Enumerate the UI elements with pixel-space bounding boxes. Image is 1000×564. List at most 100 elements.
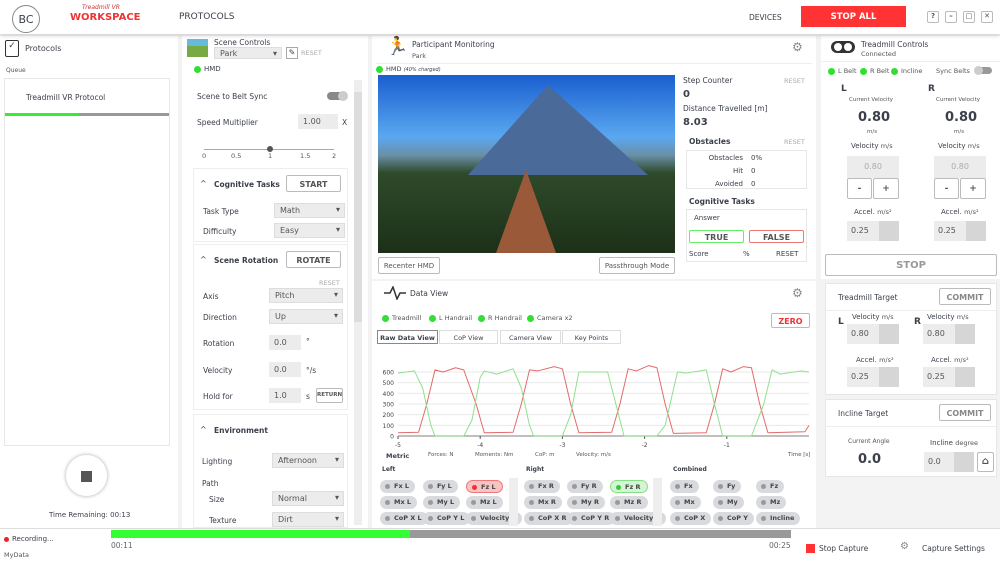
metric-pill[interactable]: CoP X R <box>524 512 573 525</box>
metric-pill[interactable]: Fy R <box>567 480 603 493</box>
velocity-minus-button[interactable]: - <box>847 178 872 199</box>
maximize-button[interactable]: □ <box>963 11 975 23</box>
velocity-plus-button[interactable]: + <box>873 178 899 199</box>
collapse-icon[interactable]: ^ <box>200 425 207 434</box>
incline-commit-button[interactable]: COMMIT <box>939 404 991 421</box>
score-reset-button[interactable]: RESET <box>776 250 798 258</box>
close-button[interactable]: ✕ <box>981 11 993 23</box>
tab-camera-view[interactable]: Camera View <box>500 330 561 344</box>
stop-all-button[interactable]: STOP ALL <box>801 6 906 27</box>
metric-pill[interactable]: Mz <box>756 496 786 509</box>
help-button[interactable]: ? <box>927 11 939 23</box>
metric-pill[interactable]: CoP Y R <box>567 512 615 525</box>
metric-pill[interactable]: Fz <box>756 480 784 493</box>
nav-devices[interactable]: DEVICES <box>749 13 782 22</box>
metric-pill[interactable]: Mx <box>670 496 701 509</box>
task-type-select[interactable]: Math <box>274 203 345 218</box>
metric-pill[interactable]: Mx L <box>380 496 417 509</box>
metric-pill[interactable]: Fz L <box>466 480 503 493</box>
metric-pill[interactable]: Fx R <box>524 480 560 493</box>
passthrough-mode-button[interactable]: Passthrough Mode <box>599 257 675 274</box>
metric-pill[interactable]: CoP Y <box>713 512 754 525</box>
right-pills-scrollbar[interactable] <box>653 478 662 526</box>
accel-input[interactable]: 0.25 <box>847 221 899 241</box>
metric-pill[interactable]: Mx R <box>524 496 562 509</box>
scene-thumbnail <box>187 39 208 57</box>
metric-pill[interactable]: Fx L <box>380 480 415 493</box>
scene-reset-button[interactable]: RESET <box>301 49 322 57</box>
velocity-minus-button[interactable]: - <box>934 178 959 199</box>
metric-pill[interactable]: Fy L <box>423 480 458 493</box>
hold-input[interactable]: 1.0 <box>269 388 301 403</box>
group-combined: Combined <box>673 466 707 473</box>
data-view-settings-icon[interactable]: ⚙ <box>792 286 803 300</box>
tab-cop-view[interactable]: CoP View <box>439 330 498 344</box>
recenter-hmd-button[interactable]: Recenter HMD <box>378 257 440 274</box>
sync-belts-toggle[interactable] <box>975 67 992 74</box>
edit-icon[interactable]: ✎ <box>286 47 298 59</box>
stop-button[interactable]: STOP <box>825 254 997 276</box>
metric-pill[interactable]: Fx <box>670 480 699 493</box>
true-button[interactable]: TRUE <box>689 230 744 243</box>
metric-pill[interactable]: Mz L <box>466 496 503 509</box>
velocity-input[interactable]: 0.80 <box>847 156 899 178</box>
target-l-velocity-input[interactable]: 0.80 <box>847 324 899 344</box>
difficulty-select[interactable]: Easy <box>274 223 345 238</box>
collapse-icon[interactable]: ^ <box>200 255 207 264</box>
step-reset-button[interactable]: RESET <box>784 77 805 85</box>
metric-pill[interactable]: CoP X <box>670 512 711 525</box>
left-pills-scrollbar[interactable] <box>509 478 518 526</box>
axis-select[interactable]: Pitch <box>269 288 343 303</box>
settings-gear-icon[interactable]: ⚙ <box>792 40 803 54</box>
scene-select[interactable]: Park <box>214 47 282 59</box>
sync-toggle[interactable] <box>327 92 347 100</box>
minimize-button[interactable]: – <box>945 11 957 23</box>
metric-pill[interactable]: My <box>713 496 744 509</box>
tab-raw-data-view[interactable]: Raw Data View <box>377 330 438 344</box>
metric-pill[interactable]: Fy <box>713 480 741 493</box>
vr-scene-view[interactable] <box>378 75 675 253</box>
target-commit-button[interactable]: COMMIT <box>939 288 991 305</box>
metric-pill[interactable]: My L <box>423 496 460 509</box>
rotate-button[interactable]: ROTATE <box>286 251 341 268</box>
brand-logo[interactable]: WORKSPACE <box>70 12 141 23</box>
incline-degree-input[interactable]: 0.0 <box>924 452 974 472</box>
home-icon[interactable]: ⌂ <box>977 452 994 472</box>
speed-slider[interactable] <box>204 149 334 150</box>
target-r-accel-input[interactable]: 0.25 <box>923 367 975 387</box>
protocol-item[interactable]: Treadmill VR Protocol <box>5 79 169 119</box>
rotation-velocity-input[interactable]: 0.0 <box>269 362 301 377</box>
target-r-velocity-input[interactable]: 0.80 <box>923 324 975 344</box>
velocity-plus-button[interactable]: + <box>960 178 986 199</box>
metric-pill[interactable]: CoP Y L <box>423 512 470 525</box>
direction-select[interactable]: Up <box>269 309 343 324</box>
target-l-accel-input[interactable]: 0.25 <box>847 367 899 387</box>
accel-input[interactable]: 0.25 <box>934 221 986 241</box>
metric-pill[interactable]: Incline <box>756 512 800 525</box>
collapse-icon[interactable]: ^ <box>200 179 207 188</box>
stop-capture-button[interactable]: Stop Capture <box>806 543 886 557</box>
false-button[interactable]: FALSE <box>749 230 804 243</box>
avatar[interactable]: BC <box>12 5 40 33</box>
metric-pill[interactable]: Mz R <box>610 496 648 509</box>
zero-button[interactable]: ZERO <box>771 313 810 328</box>
metric-pill[interactable]: Fz R <box>610 480 648 493</box>
metric-pill[interactable]: CoP X L <box>380 512 428 525</box>
velocity-input[interactable]: 0.80 <box>934 156 986 178</box>
scrollbar[interactable] <box>354 80 362 525</box>
tab-key-points[interactable]: Key Points <box>562 330 621 344</box>
metric-pill[interactable]: My R <box>567 496 605 509</box>
nav-protocols[interactable]: PROTOCOLS <box>179 12 234 22</box>
return-button[interactable]: RETURN <box>316 388 343 403</box>
rotation-input[interactable]: 0.0 <box>269 335 301 350</box>
capture-settings-button[interactable]: ⚙ Capture Settings <box>900 541 995 555</box>
texture-select[interactable]: Dirt <box>272 512 344 527</box>
size-select[interactable]: Normal <box>272 491 344 506</box>
rotation-reset-button[interactable]: RESET <box>319 279 340 287</box>
capture-progress-bar[interactable] <box>111 530 791 538</box>
stop-protocol-button[interactable] <box>65 454 108 497</box>
start-button[interactable]: START <box>286 175 341 192</box>
speed-input[interactable]: 1.00 <box>298 114 338 129</box>
obstacles-reset-button[interactable]: RESET <box>784 138 805 146</box>
lighting-select[interactable]: Afternoon <box>272 453 344 468</box>
